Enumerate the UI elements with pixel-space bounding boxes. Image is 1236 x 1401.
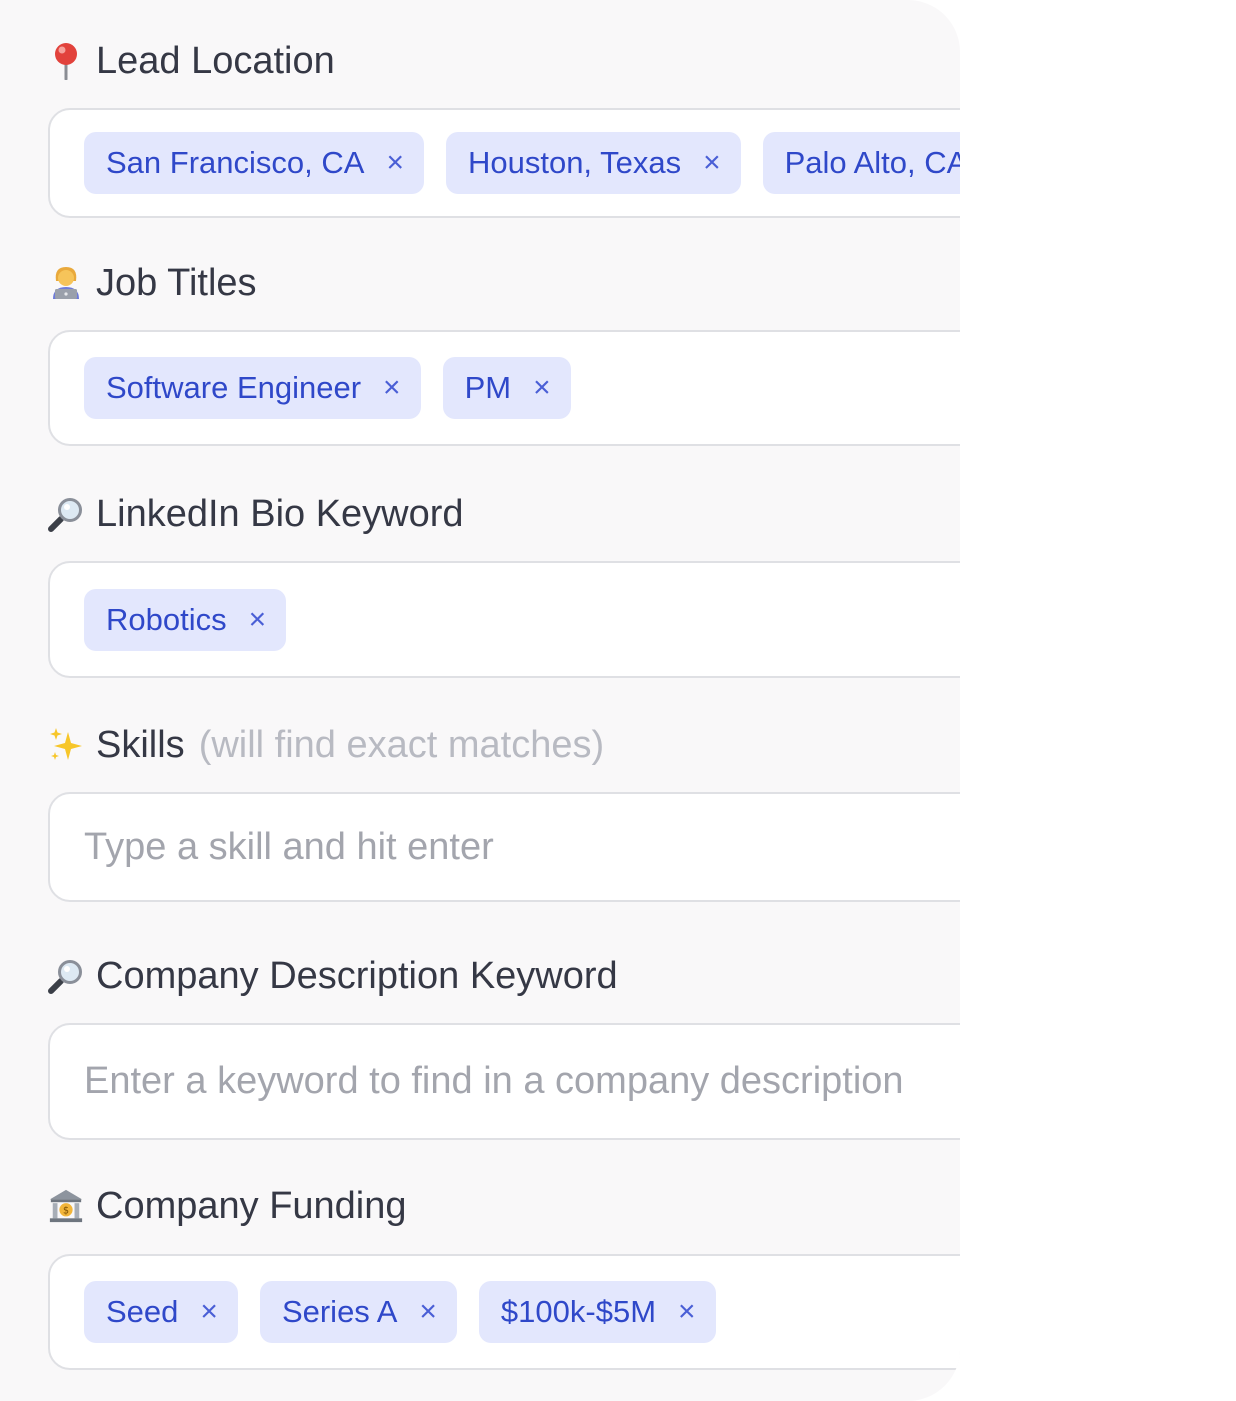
skills-section: Skills (will find exact matches) Type a … xyxy=(48,721,960,902)
remove-tag-icon[interactable]: × xyxy=(386,146,404,180)
remove-tag-icon[interactable]: × xyxy=(200,1295,218,1329)
sparkles-icon xyxy=(48,725,84,765)
remove-tag-icon[interactable]: × xyxy=(249,603,267,637)
lead-location-field[interactable]: San Francisco, CA × Houston, Texas × Pal… xyxy=(48,108,960,218)
remove-tag-icon[interactable]: × xyxy=(678,1295,696,1329)
bank-icon: $ xyxy=(48,1186,84,1226)
linkedin-bio-keyword-label: LinkedIn Bio Keyword xyxy=(48,490,960,538)
job-title-tag: PM × xyxy=(442,357,571,419)
funding-tag: Seed × xyxy=(84,1281,238,1343)
company-funding-field[interactable]: Seed × Series A × $100k-$5M × xyxy=(48,1254,960,1370)
company-description-keyword-input[interactable]: Enter a keyword to find in a company des… xyxy=(48,1023,960,1140)
company-description-keyword-section: Company Description Keyword Enter a keyw… xyxy=(48,952,960,1140)
company-description-placeholder: Enter a keyword to find in a company des… xyxy=(84,1060,904,1102)
remove-tag-icon[interactable]: × xyxy=(419,1295,437,1329)
job-title-tag: Software Engineer × xyxy=(84,357,421,419)
job-titles-label: Job Titles xyxy=(48,259,960,307)
svg-text:$: $ xyxy=(63,1206,69,1217)
magnifier-icon xyxy=(48,956,84,996)
company-description-keyword-label: Company Description Keyword xyxy=(48,952,960,1000)
job-titles-field[interactable]: Software Engineer × PM × xyxy=(48,330,960,446)
linkedin-bio-keyword-field[interactable]: Robotics × xyxy=(48,561,960,678)
location-tag: Palo Alto, CA × xyxy=(762,132,960,194)
skills-input[interactable]: Type a skill and hit enter xyxy=(48,792,960,902)
location-tag: San Francisco, CA × xyxy=(84,132,424,194)
linkedin-bio-keyword-section: LinkedIn Bio Keyword Robotics × xyxy=(48,490,960,678)
lead-location-label: Lead Location xyxy=(48,37,960,85)
skills-label: Skills (will find exact matches) xyxy=(48,721,960,769)
location-tag: Houston, Texas × xyxy=(445,132,741,194)
company-funding-section: $ Company Funding Seed × Series A × $100… xyxy=(48,1182,960,1370)
funding-tag: $100k-$5M × xyxy=(478,1281,716,1343)
company-funding-label: $ Company Funding xyxy=(48,1182,960,1230)
remove-tag-icon[interactable]: × xyxy=(703,146,721,180)
skills-placeholder: Type a skill and hit enter xyxy=(84,825,494,868)
keyword-tag: Robotics × xyxy=(84,588,287,651)
technologist-icon xyxy=(48,263,84,303)
job-titles-section: Job Titles Software Engineer × PM × xyxy=(48,259,960,446)
remove-tag-icon[interactable]: × xyxy=(383,371,401,405)
search-filters-panel: Lead Location San Francisco, CA × Housto… xyxy=(0,0,960,1401)
funding-tag: Series A × xyxy=(259,1281,457,1343)
skills-hint: (will find exact matches) xyxy=(198,723,605,766)
remove-tag-icon[interactable]: × xyxy=(533,371,551,405)
pin-icon xyxy=(48,41,84,81)
lead-location-section: Lead Location San Francisco, CA × Housto… xyxy=(48,37,960,218)
magnifier-icon xyxy=(48,494,84,534)
